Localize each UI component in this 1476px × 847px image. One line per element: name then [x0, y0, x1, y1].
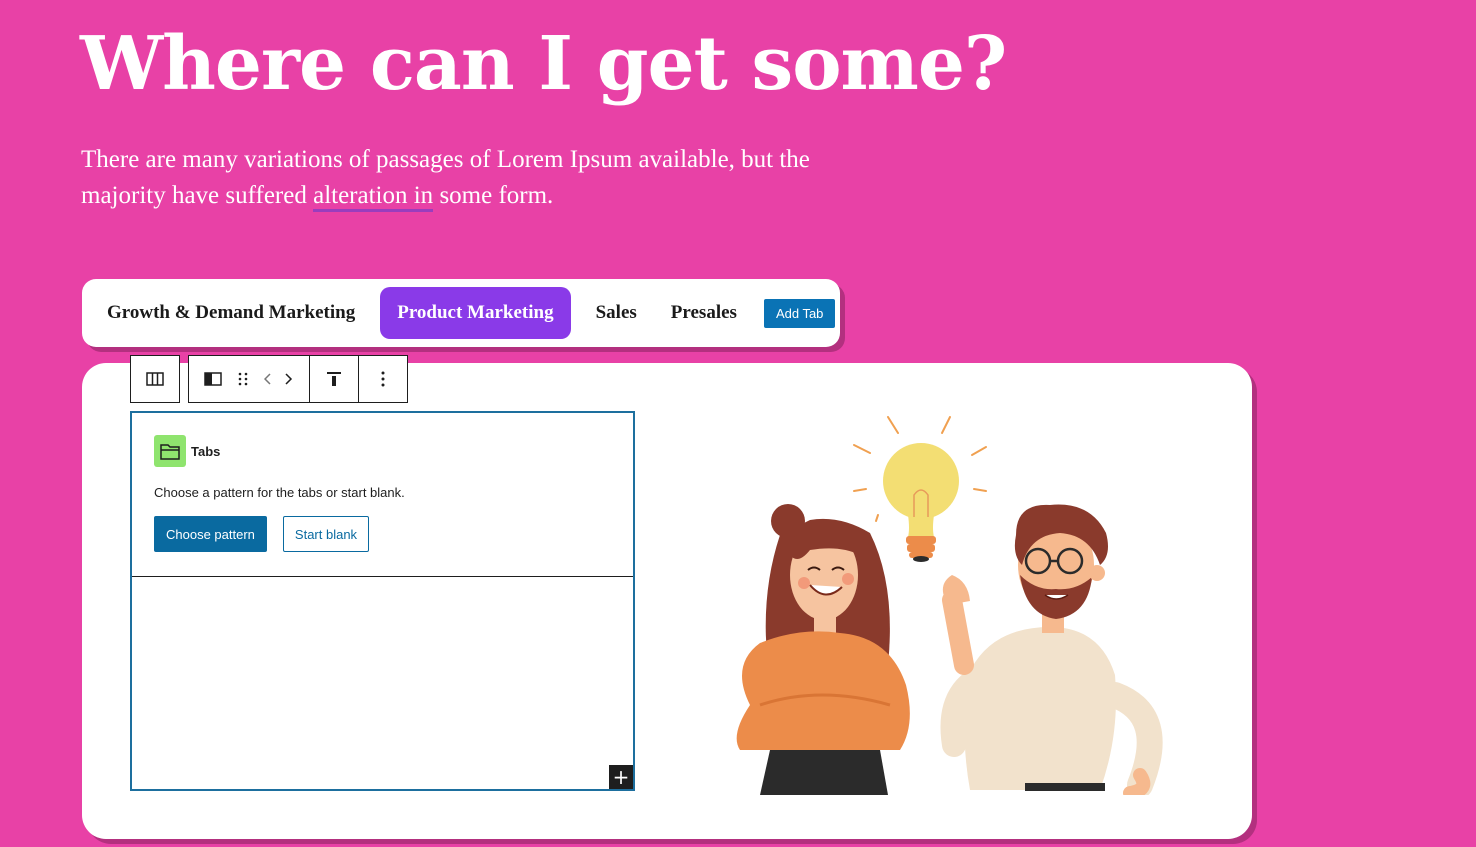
- toolbar-group-block: [188, 355, 408, 403]
- choose-pattern-button[interactable]: Choose pattern: [154, 516, 267, 552]
- intro-text-2: some form.: [433, 182, 554, 209]
- columns-icon[interactable]: [131, 356, 179, 402]
- woman-figure: [736, 504, 910, 795]
- start-blank-button[interactable]: Start blank: [282, 516, 370, 552]
- intro-underlined-text[interactable]: alteration in: [313, 182, 434, 212]
- align-top-icon[interactable]: [310, 356, 358, 402]
- page-title: Where can I get some?: [80, 21, 1007, 107]
- add-tab-button[interactable]: Add Tab: [763, 298, 836, 328]
- placeholder-title: Tabs: [191, 443, 221, 459]
- placeholder-heading: Tabs: [154, 435, 633, 467]
- block-type-icon[interactable]: [189, 356, 237, 402]
- placeholder-actions: Choose pattern Start blank: [154, 516, 633, 552]
- drag-handle-icon[interactable]: [237, 356, 249, 402]
- man-figure: [940, 504, 1163, 795]
- folder-icon: [154, 435, 186, 467]
- intro-paragraph: There are many variations of passages of…: [81, 142, 861, 214]
- move-arrows-icon[interactable]: [249, 356, 309, 402]
- page: Where can I get some? There are many var…: [0, 0, 1476, 847]
- tabs-block-placeholder[interactable]: Tabs Choose a pattern for the tabs or st…: [130, 411, 635, 791]
- toolbar-group-parent: [130, 355, 180, 403]
- placeholder-header: Tabs Choose a pattern for the tabs or st…: [132, 413, 633, 577]
- tab-presales[interactable]: Presales: [654, 287, 754, 339]
- more-options-icon[interactable]: [359, 356, 407, 402]
- tab-product-marketing[interactable]: Product Marketing: [380, 287, 571, 339]
- tab-growth-demand-marketing[interactable]: Growth & Demand Marketing: [90, 287, 372, 339]
- block-toolbar: [130, 355, 408, 403]
- tab-sales[interactable]: Sales: [579, 287, 654, 339]
- placeholder-description: Choose a pattern for the tabs or start b…: [154, 485, 405, 500]
- lightbulb-icon: [883, 443, 959, 562]
- tabs-bar: Growth & Demand Marketing Product Market…: [82, 279, 840, 347]
- block-inserter-plus-icon[interactable]: +: [609, 765, 633, 789]
- idea-people-illustration: [736, 416, 1163, 795]
